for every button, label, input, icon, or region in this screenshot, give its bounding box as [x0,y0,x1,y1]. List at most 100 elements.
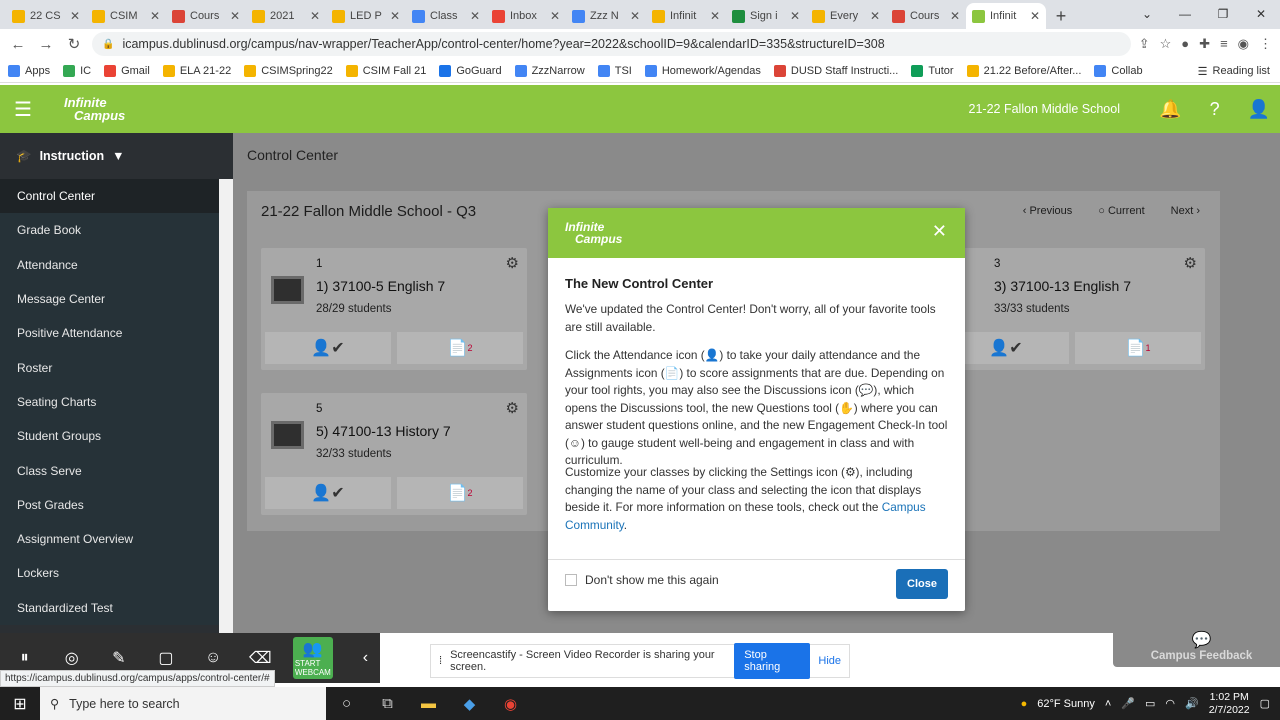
collapse-toolbar-icon[interactable]: ‹ [351,649,380,667]
class-name[interactable]: 1) 37100-5 English 7 [316,278,445,294]
tab-close-icon[interactable]: ✕ [70,9,80,23]
bookmark-item[interactable]: Collab [1094,64,1143,77]
browser-tab[interactable]: Class ✕ [406,3,486,29]
assignments-button[interactable]: 📄 1 [1075,332,1201,364]
tab-close-icon[interactable]: ✕ [630,9,640,23]
bookmark-item[interactable]: CSIM Fall 21 [345,64,426,77]
tray-chevron-icon[interactable]: ˄ [1105,698,1111,710]
attendance-button[interactable]: 👤✔ [265,332,391,364]
extension-icon[interactable]: ● [1181,36,1189,52]
eraser-tool[interactable]: ⌫ [246,648,275,668]
assignments-button[interactable]: 📄 2 [397,477,523,509]
sidebar-item[interactable]: Seating Charts [0,385,233,419]
tab-close-icon[interactable]: ✕ [310,9,320,23]
bookmark-item[interactable]: 21.22 Before/After... [966,64,1081,77]
file-explorer-icon[interactable]: ▬ [408,695,449,712]
bookmark-item[interactable]: Gmail [104,64,150,77]
maximize-button[interactable]: ❐ [1204,0,1242,28]
reading-mode-icon[interactable]: ≡ [1220,36,1228,52]
assignments-button[interactable]: 📄 2 [397,332,523,364]
browser-tab[interactable]: Infinit ✕ [966,3,1046,29]
browser-tab[interactable]: Infinit ✕ [646,3,726,29]
battery-icon[interactable]: ▭ [1145,697,1155,710]
sidebar-item[interactable]: Attendance [0,248,233,282]
sidebar-item[interactable]: Standardized Test [0,591,233,625]
microphone-icon[interactable]: 🎤 [1121,697,1135,710]
tab-close-icon[interactable]: ✕ [1030,9,1040,23]
browser-tab[interactable]: LED P ✕ [326,3,406,29]
pen-tool[interactable]: ✎ [104,648,133,668]
browser-tab[interactable]: Sign i ✕ [726,3,806,29]
previous-term-button[interactable]: ‹ Previous [1023,205,1073,217]
sidebar-item[interactable]: Lockers [0,556,233,590]
infinite-campus-logo[interactable]: Infinite Campus [64,96,125,122]
sidebar-item[interactable]: Grade Book [0,213,233,247]
sidebar-item[interactable]: Message Center [0,282,233,316]
task-view-icon[interactable]: ⧉ [367,695,408,712]
settings-gear-icon[interactable]: ⚙ [506,254,519,272]
tab-close-icon[interactable]: ✕ [390,9,400,23]
start-webcam-button[interactable]: 👥 START WEBCAM [292,637,333,679]
cortana-icon[interactable]: ○ [326,695,367,712]
network-icon[interactable]: ◠ [1165,697,1175,710]
attendance-button[interactable]: 👤✔ [265,477,391,509]
minimize-button[interactable]: — [1166,0,1204,28]
hide-notice-button[interactable]: Hide [818,655,841,667]
clock[interactable]: 1:02 PM 2/7/2022 [1209,691,1250,717]
help-icon[interactable]: ? [1210,99,1220,120]
browser-tab[interactable]: 22 CS ✕ [6,3,86,29]
profile-avatar[interactable]: ◉ [1238,36,1249,52]
bookmark-item[interactable]: CSIMSpring22 [244,64,333,77]
url-field[interactable]: 🔒 icampus.dublinusd.org/campus/nav-wrapp… [92,32,1131,56]
bookmark-star-icon[interactable]: ☆ [1160,36,1172,52]
hamburger-menu-icon[interactable]: ☰ [0,97,46,122]
dont-show-again-checkbox[interactable]: Don't show me this again [565,573,719,587]
next-term-button[interactable]: Next › [1171,205,1200,217]
rectangle-tool[interactable]: ▢ [151,648,180,668]
tab-close-icon[interactable]: ✕ [230,9,240,23]
checkbox-box[interactable] [565,574,577,586]
weather-text[interactable]: 62°F Sunny [1037,698,1095,710]
stickers-tool[interactable]: ☺ [199,649,228,667]
sidebar-item[interactable]: Student Groups [0,419,233,453]
sidebar-item[interactable]: Assignment Overview [0,522,233,556]
browser-tab[interactable]: Cours ✕ [166,3,246,29]
browser-tab[interactable]: CSIM ✕ [86,3,166,29]
app-icon[interactable]: ◆ [449,695,490,713]
puzzle-extensions-icon[interactable]: ✚ [1199,36,1210,52]
browser-tab[interactable]: 2021 ✕ [246,3,326,29]
drag-handle-icon[interactable]: ⁞ [439,655,442,667]
tab-close-icon[interactable]: ✕ [790,9,800,23]
notifications-bell-icon[interactable]: 🔔 [1159,99,1181,120]
bookmark-item[interactable]: ZzzNarrow [514,64,585,77]
browser-tab[interactable]: Every ✕ [806,3,886,29]
sidebar-item[interactable]: Class Serve [0,453,233,487]
bookmark-item[interactable]: Homework/Agendas [644,64,761,77]
reading-list[interactable]: ☰ Reading list [1198,59,1270,83]
sidebar-item[interactable]: Positive Attendance [0,316,233,350]
settings-gear-icon[interactable]: ⚙ [1184,254,1197,272]
class-name[interactable]: 5) 47100-13 History 7 [316,423,451,439]
current-term-button[interactable]: ○ Current [1098,205,1144,217]
bookmark-item[interactable]: Apps [8,64,50,77]
browser-tab[interactable]: Cours ✕ [886,3,966,29]
tab-close-icon[interactable]: ✕ [550,9,560,23]
sidebar-item[interactable]: Roster [0,350,233,384]
user-account-icon[interactable]: 👤 [1248,99,1270,120]
close-button[interactable]: Close [896,569,948,599]
reload-icon[interactable]: ↻ [64,35,84,53]
share-icon[interactable]: ⇪ [1139,36,1150,52]
tab-close-icon[interactable]: ✕ [470,9,480,23]
sidebar-scrollbar[interactable] [219,179,233,633]
close-window-button[interactable]: ✕ [1242,0,1280,28]
new-tab-button[interactable]: + [1046,3,1076,29]
bookmark-item[interactable]: TSI [597,64,632,77]
tab-search-icon[interactable]: ⌄ [1128,0,1166,28]
menu-kebab-icon[interactable]: ⋮ [1259,36,1272,52]
bookmark-item[interactable]: ELA 21-22 [162,64,231,77]
campus-feedback-button[interactable]: 💬 Campus Feedback [1113,624,1280,667]
settings-gear-icon[interactable]: ⚙ [506,399,519,417]
modal-close-icon[interactable]: ✕ [932,221,947,242]
mouse-tool[interactable]: ◎ [57,648,86,668]
bookmark-item[interactable]: GoGuard [439,64,502,77]
